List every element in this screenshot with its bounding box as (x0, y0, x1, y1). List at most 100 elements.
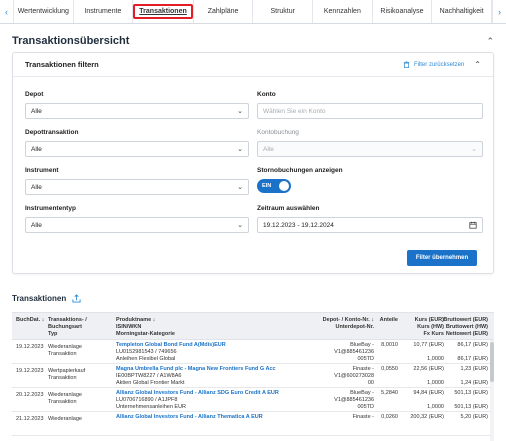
cell-brutto: 5,20 (EUR) (460, 414, 488, 421)
product-link[interactable]: Allianz Global Investors Fund - Allianz … (116, 414, 263, 421)
header-line: Depot- / Konto-Nr. ↓ (322, 317, 374, 323)
instrument-select[interactable]: Alle ⌄ (25, 179, 249, 195)
tab-kennzahlen[interactable]: Kennzahlen (313, 0, 373, 23)
table-scrollbar-thumb[interactable] (490, 342, 494, 382)
cell-line: Wiederanlage (48, 416, 82, 422)
tab-label: Transaktionen (133, 4, 193, 19)
tab-instrumente[interactable]: Instrumente (74, 0, 134, 23)
cell-line (413, 397, 444, 404)
konto-select[interactable]: Wählen Sie ein Konto (257, 103, 483, 119)
header-line: Kurs (EUR) (414, 317, 444, 323)
cell-product: Magna Umbrella Fund plc - Magna New Fron… (116, 366, 276, 387)
depot-value: Alle (31, 107, 42, 115)
cell-line: LU0152981543 / 749656 (116, 349, 177, 355)
cell-line: V1@885461236 (334, 397, 374, 403)
filter-panel: Transaktionen filtern Filter zurücksetze… (12, 52, 494, 274)
cell-line: V1@885461236 (334, 349, 374, 355)
cell-product: Allianz Global Investors Fund - Allianz … (116, 414, 263, 421)
cell-brutto: 86,17 (EUR) 86,17 (EUR) (457, 342, 488, 363)
cell-anteile: 0,0550 (381, 366, 398, 372)
cell-line (454, 397, 488, 404)
cell-line: 00 (367, 380, 374, 386)
cell-line: 1,0000 (427, 356, 444, 362)
zeitraum-label: Zeitraum auswählen (257, 205, 320, 212)
tab-label: Risikoanalyse (380, 8, 424, 15)
zeitraum-value: 19.12.2023 - 19.12.2024 (263, 221, 334, 229)
cell-line: Wiederanlage (48, 344, 82, 350)
cell-depot: Finaste - V1@600273028 00 (334, 366, 374, 387)
cell-line: Transaktion (48, 375, 77, 381)
cell-line: 1,23 (EUR) (460, 366, 488, 372)
product-link[interactable]: Allianz Global Investors Fund - Allianz … (116, 390, 279, 397)
cell-line: Transaktion (48, 399, 77, 405)
kontobuchung-select[interactable]: Alle ⌄ (257, 141, 483, 157)
cell-kurs: 10,77 (EUR) 1,0000 (413, 342, 444, 363)
collapse-chevron-up-icon[interactable]: ⌃ (486, 36, 494, 47)
col-header-product[interactable]: Produktname ↓ ISIN/WKN Morningstar-Kateg… (116, 317, 175, 338)
export-icon[interactable] (72, 294, 81, 303)
kontobuchung-field: Kontobuchung Alle ⌄ (257, 129, 483, 157)
cell-type: Wiederanlage Transaktion (48, 392, 82, 406)
cell-line: BlueBay - (350, 342, 374, 348)
tab-nachhaltigkeit[interactable]: Nachhaltigkeit (432, 0, 492, 23)
page-title: Transaktionsübersicht (12, 35, 130, 47)
header-line: Morningstar-Kategorie (116, 331, 175, 337)
cell-line: 5,20 (EUR) (460, 414, 488, 420)
toggle-knob (279, 181, 289, 191)
cell-product: Allianz Global Investors Fund - Allianz … (116, 390, 279, 411)
cell-line: IE00BPTW8227 / A1W8A6 (116, 373, 182, 379)
col-header-kurs: Kurs (EUR) Kurs (HW) Fx Kurs (415, 317, 444, 338)
col-header-depot[interactable]: Depot- / Konto-Nr. ↓ Unterdepot-Nr. (323, 317, 374, 331)
tab-label: Instrumente (84, 8, 122, 15)
cell-date: 19.12.2023 (16, 344, 44, 350)
instrumententyp-label: Instrumententyp (25, 205, 76, 212)
instrumententyp-select[interactable]: Alle ⌄ (25, 217, 249, 233)
filter-reset-link[interactable]: Filter zurücksetzen ⌃ (403, 60, 481, 69)
cell-line: Transaktion (48, 351, 77, 357)
col-header-brutto: Bruttowert (EUR) Bruttowert (HW) Nettowe… (443, 317, 488, 338)
header-line: Typ (48, 331, 58, 337)
header-line: Produktname ↓ (116, 317, 156, 323)
depot-select[interactable]: Alle ⌄ (25, 103, 249, 119)
header-line: ISIN/WKN (116, 324, 142, 330)
depottransaktion-value: Alle (31, 145, 42, 153)
tab-risikoanalyse[interactable]: Risikoanalyse (373, 0, 433, 23)
tab-label: Zahlpläne (207, 8, 239, 15)
chevron-down-icon: ⌄ (237, 146, 243, 153)
storno-toggle[interactable]: EIN (257, 179, 291, 193)
calendar-icon[interactable] (469, 221, 477, 229)
tab-transaktionen[interactable]: Transaktionen (133, 0, 194, 23)
col-header-date[interactable]: BuchDat. ↓ (16, 317, 44, 324)
cell-line: V1@600273028 (334, 373, 374, 379)
zeitraum-field: Zeitraum auswählen 19.12.2023 - 19.12.20… (257, 205, 483, 233)
tab-zahlplaene[interactable]: Zahlpläne (194, 0, 254, 23)
instrument-value: Alle (31, 183, 42, 191)
cell-depot: BlueBay - V1@885461236 005TD (334, 390, 374, 411)
cell-line: 005TD (357, 404, 374, 410)
cell-line: Wertpapierkauf (48, 368, 86, 374)
product-link[interactable]: Templeton Global Bond Fund A(Mdis)EUR (116, 342, 226, 349)
tab-struktur[interactable]: Struktur (253, 0, 314, 23)
cell-line: 005TD (357, 356, 374, 362)
filter-collapse-chevron-icon[interactable]: ⌃ (474, 60, 481, 69)
product-link[interactable]: Magna Umbrella Fund plc - Magna New Fron… (116, 366, 276, 373)
col-header-anteile: Anteile (379, 317, 398, 323)
cell-line: 1,0000 (427, 404, 444, 410)
tabs-prev-icon[interactable]: ‹ (0, 0, 14, 23)
cell-line: Finaste - (352, 414, 374, 420)
cell-line: 10,77 (EUR) (413, 342, 444, 348)
zeitraum-input[interactable]: 19.12.2023 - 19.12.2024 (257, 217, 483, 233)
cell-line: Wiederanlage (48, 392, 82, 398)
cell-line: 200,32 (EUR) (410, 414, 444, 420)
cell-line: LU0706716890 / A1JPF8 (116, 397, 178, 403)
cell-line: BlueBay - (350, 390, 374, 396)
apply-filter-button[interactable]: Filter übernehmen (407, 250, 477, 266)
transactions-header: Transaktionen (12, 294, 81, 303)
tabs-next-icon[interactable]: › (491, 0, 506, 23)
table-row: 19.12.2023 Wertpapierkauf Transaktion Ma… (12, 364, 494, 388)
header-line: Kurs (HW) (417, 324, 444, 330)
tab-wertentwicklung[interactable]: Wertentwicklung (14, 0, 74, 23)
depottransaktion-select[interactable]: Alle ⌄ (25, 141, 249, 157)
instrumententyp-value: Alle (31, 221, 42, 229)
cell-line: 1,0000 (427, 380, 444, 386)
